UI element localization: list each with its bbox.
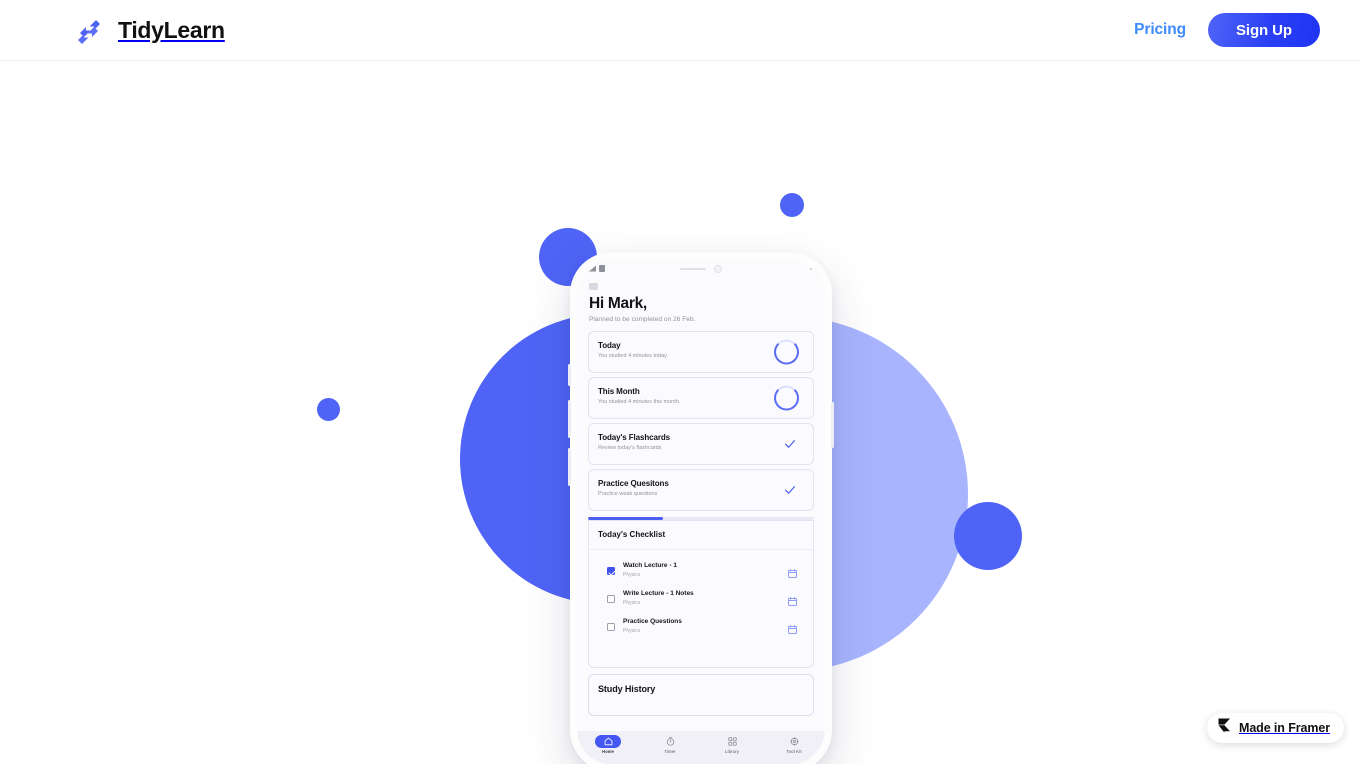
card-title: Today's Flashcards xyxy=(598,433,670,442)
nav-label: Timer xyxy=(664,749,676,754)
checklist-item-label: Watch Lecture - 1 xyxy=(623,562,677,569)
checklist-item-subject: Physics xyxy=(623,600,641,606)
phone-screen: Hi Mark, Planned to be completed on 26 F… xyxy=(577,259,825,764)
timer-icon xyxy=(657,735,683,748)
home-icon xyxy=(595,735,621,748)
header-nav: Pricing Sign Up xyxy=(1134,13,1320,47)
pricing-link[interactable]: Pricing xyxy=(1134,21,1186,39)
library-grid-icon xyxy=(719,735,745,748)
checklist-heading: Today's Checklist xyxy=(598,530,666,539)
phone-power-button xyxy=(831,402,834,448)
card-title: Practice Quesitons xyxy=(598,479,669,488)
checklist-item[interactable]: Watch Lecture - 1 Physics xyxy=(589,560,813,588)
card-title: This Month xyxy=(598,387,640,396)
checklist-item-subject: Physics xyxy=(623,628,641,634)
nav-item-tool-kit[interactable]: Tool Kit xyxy=(763,735,825,754)
check-icon xyxy=(783,437,797,451)
framer-logo-icon xyxy=(1218,718,1231,738)
study-history-title: Study History xyxy=(598,684,656,694)
study-history-card[interactable]: Study History xyxy=(588,674,814,716)
card-subtitle: You studied 4 minutes this month. xyxy=(598,399,681,405)
made-in-framer-badge[interactable]: Made in Framer xyxy=(1207,713,1344,743)
checklist-checkbox[interactable] xyxy=(607,623,615,631)
phone-mute-switch xyxy=(568,364,571,386)
todays-checklist-card: Today's Checklist Watch Lecture - 1 Phys… xyxy=(588,520,814,668)
blob-small-blue-left xyxy=(317,398,340,421)
phone-notch xyxy=(669,262,733,276)
checklist-item[interactable]: Practice Questions Physics xyxy=(589,616,813,644)
earpiece-speaker-icon xyxy=(680,267,706,271)
signal-icon xyxy=(589,265,596,272)
status-bar-left-icons xyxy=(589,265,605,272)
blob-small-blue-topright xyxy=(780,193,804,217)
checklist-checkbox[interactable] xyxy=(607,595,615,603)
front-camera-icon xyxy=(714,265,722,273)
calendar-icon[interactable] xyxy=(788,593,797,606)
calendar-icon[interactable] xyxy=(788,621,797,634)
checklist-item-label: Practice Questions xyxy=(623,618,682,625)
blob-medium-blue-right xyxy=(954,502,1022,570)
checklist-item[interactable]: Write Lecture - 1 Notes Physics xyxy=(589,588,813,616)
phone-mockup: Hi Mark, Planned to be completed on 26 F… xyxy=(568,252,834,764)
stat-card-today[interactable]: Today You studied 4 minutes today. xyxy=(588,331,814,373)
phone-volume-down-button xyxy=(568,448,571,486)
hamburger-menu-icon[interactable] xyxy=(589,283,598,290)
calendar-icon[interactable] xyxy=(788,565,797,578)
stat-card-practice-questions[interactable]: Practice Quesitons Practice weak questio… xyxy=(588,469,814,511)
phone-status-bar xyxy=(577,259,825,281)
checklist-checkbox[interactable] xyxy=(607,567,615,575)
stat-card-this-month[interactable]: This Month You studied 4 minutes this mo… xyxy=(588,377,814,419)
progress-ring-icon xyxy=(774,339,799,365)
card-subtitle: Review today's flashcards xyxy=(598,445,662,451)
progress-ring-icon xyxy=(774,385,799,411)
framer-badge-label: Made in Framer xyxy=(1239,721,1330,735)
toolkit-icon xyxy=(781,735,807,748)
checklist-divider xyxy=(589,549,813,550)
battery-icon xyxy=(599,265,605,272)
nav-item-home[interactable]: Home xyxy=(577,735,639,754)
tidylearn-logo-icon xyxy=(72,13,106,47)
checklist-item-label: Write Lecture - 1 Notes xyxy=(623,590,694,597)
brand-name: TidyLearn xyxy=(118,16,225,43)
phone-volume-up-button xyxy=(568,400,571,438)
nav-label: Library xyxy=(724,749,740,754)
card-subtitle: Practice weak questions xyxy=(598,491,658,497)
nav-item-library[interactable]: Library xyxy=(701,735,763,754)
nav-label: Home xyxy=(602,749,614,754)
brand-logo-link[interactable]: TidyLearn xyxy=(72,13,225,47)
greeting-title: Hi Mark, xyxy=(589,295,647,312)
nav-item-timer[interactable]: Timer xyxy=(639,735,701,754)
card-title: Today xyxy=(598,341,621,350)
bottom-navigation: Home Timer Library Tool Kit xyxy=(577,731,825,764)
card-subtitle: You studied 4 minutes today. xyxy=(598,353,669,359)
hero-section: Hi Mark, Planned to be completed on 26 F… xyxy=(0,61,1360,764)
site-header: TidyLearn Pricing Sign Up xyxy=(0,0,1360,61)
sign-up-button[interactable]: Sign Up xyxy=(1208,13,1320,47)
checklist-item-subject: Physics xyxy=(623,572,641,578)
nav-label: Tool Kit xyxy=(786,749,802,754)
status-indicator-dot xyxy=(810,268,812,270)
stat-card-flashcards[interactable]: Today's Flashcards Review today's flashc… xyxy=(588,423,814,465)
check-icon xyxy=(783,483,797,497)
greeting-subtitle: Planned to be completed on 26 Feb. xyxy=(589,316,696,323)
